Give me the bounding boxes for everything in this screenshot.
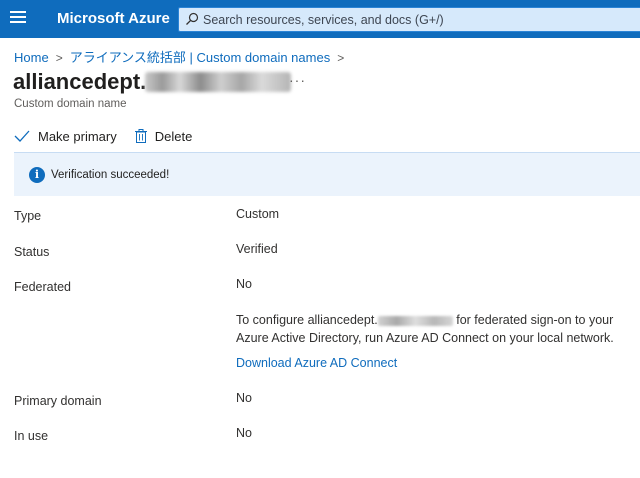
make-primary-label: Make primary xyxy=(38,128,117,144)
page-title-row: alliancedept. xyxy=(13,69,292,99)
primary-domain-label: Primary domain xyxy=(14,394,102,408)
status-label: Status xyxy=(14,245,50,259)
info-icon: i xyxy=(29,167,45,183)
command-bar: Make primary Delete xyxy=(14,127,210,145)
in-use-value: No xyxy=(236,426,252,440)
page-title: alliancedept. xyxy=(13,69,147,94)
search-box[interactable] xyxy=(178,7,640,32)
primary-domain-value: No xyxy=(236,391,252,405)
chevron-right-icon: > xyxy=(55,51,63,65)
more-options-icon[interactable]: ··· xyxy=(289,72,306,88)
delete-label: Delete xyxy=(154,128,193,144)
download-azure-ad-connect-link[interactable]: Download Azure AD Connect xyxy=(236,356,397,370)
redacted-domain xyxy=(145,72,292,92)
brand-name[interactable]: Microsoft Azure xyxy=(57,10,170,27)
status-value: Verified xyxy=(236,242,278,256)
top-bar: Microsoft Azure xyxy=(0,0,640,38)
in-use-label: In use xyxy=(14,429,49,443)
search-input[interactable] xyxy=(203,8,633,31)
type-label: Type xyxy=(14,209,42,223)
banner-text: Verification succeeded! xyxy=(51,169,170,181)
checkmark-icon xyxy=(14,130,30,142)
page-subtitle: Custom domain name xyxy=(14,98,127,110)
note-text-start: To configure alliancedept. xyxy=(236,313,378,327)
type-value: Custom xyxy=(236,207,280,221)
federated-label: Federated xyxy=(14,280,71,294)
search-icon xyxy=(186,12,199,25)
trash-icon xyxy=(134,129,147,143)
delete-button[interactable]: Delete xyxy=(134,128,193,144)
verification-banner: i Verification succeeded! xyxy=(14,152,640,196)
redacted-domain xyxy=(377,315,453,326)
breadcrumb-home[interactable]: Home xyxy=(14,50,49,65)
breadcrumb: Home > アライアンス統括部 | Custom domain names > xyxy=(14,47,351,66)
federated-value: No xyxy=(236,277,252,291)
menu-icon[interactable] xyxy=(10,11,26,25)
make-primary-button[interactable]: Make primary xyxy=(14,129,117,144)
chevron-right-icon: > xyxy=(337,51,345,65)
breadcrumb-custom-domain-names[interactable]: アライアンス統括部 | Custom domain names xyxy=(70,50,331,65)
federation-note: To configure alliancedept. for federated… xyxy=(236,311,636,347)
